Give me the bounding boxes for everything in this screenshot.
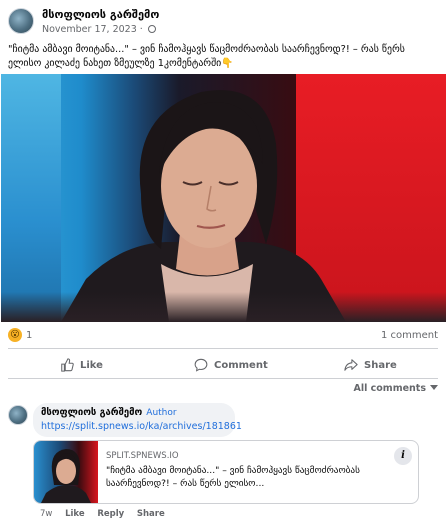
reaction-count[interactable]: 1 <box>26 330 32 341</box>
divider-bottom <box>8 378 438 379</box>
comment-button[interactable]: Comment <box>194 352 268 378</box>
post-image[interactable] <box>1 74 446 322</box>
comments-sort-dropdown[interactable]: All comments <box>353 383 438 394</box>
post-author-name[interactable]: მსოფლიოს გარშემო <box>42 8 159 21</box>
link-preview-site: SPLIT.SPNEWS.IO <box>106 451 179 461</box>
globe-icon <box>147 25 156 33</box>
link-preview-thumbnail <box>34 441 98 503</box>
comment-share-button[interactable]: Share <box>137 509 165 519</box>
thumbnail-figure <box>41 449 91 503</box>
woman-figure <box>61 90 346 322</box>
share-button[interactable]: Share <box>344 352 397 378</box>
comment-actions: 7w Like Reply Share <box>40 509 175 519</box>
chevron-down-icon <box>430 385 438 390</box>
meta-separator: · <box>139 24 143 35</box>
divider-top <box>8 348 438 349</box>
comment-link[interactable]: https://split.spnews.io/ka/archives/1818… <box>41 421 242 432</box>
link-preview-title: "ჩიტმა ამბავი მოიტანა..." – ვინ ჩამოჰყავ… <box>106 465 360 489</box>
thumbs-up-icon <box>61 358 74 372</box>
post-header: მსოფლიოს გარშემო November 17, 2023 · <box>8 6 438 42</box>
post-date[interactable]: November 17, 2023 <box>42 24 137 35</box>
wow-reaction-icon[interactable]: 😮 <box>8 328 22 342</box>
comment-count[interactable]: 1 comment <box>381 330 438 341</box>
author-badge: Author <box>146 408 177 418</box>
like-button[interactable]: Like <box>60 352 103 378</box>
info-icon[interactable]: i <box>394 447 412 465</box>
comment-label: Comment <box>214 359 268 371</box>
comment-bubble: მსოფლიოს გარშემო Author https://split.spn… <box>33 403 242 437</box>
action-bar: Like Comment Share <box>8 352 438 378</box>
comment-reply-button[interactable]: Reply <box>97 509 124 519</box>
image-bottom-shadow <box>1 292 446 322</box>
link-preview-card[interactable]: SPLIT.SPNEWS.IO "ჩიტმა ამბავი მოიტანა...… <box>33 440 419 504</box>
comments-sort-label: All comments <box>353 383 426 394</box>
share-label: Share <box>364 359 397 371</box>
reaction-row: 😮 1 1 comment <box>8 328 438 346</box>
share-arrow-icon <box>344 359 358 371</box>
comment-age[interactable]: 7w <box>40 509 52 519</box>
comment-like-button[interactable]: Like <box>65 509 85 519</box>
post-text: "ჩიტმა ამბავი მოიტანა..." – ვინ ჩამოჰყავ… <box>8 44 405 69</box>
like-label: Like <box>80 359 103 371</box>
commenter-name-row: მსოფლიოს გარშემო Author <box>41 407 227 418</box>
comment-bubble-icon <box>194 358 208 372</box>
commenter-avatar[interactable] <box>8 405 28 425</box>
post-meta: November 17, 2023 · <box>42 24 156 35</box>
commenter-name[interactable]: მსოფლიოს გარშემო <box>41 407 142 418</box>
page-avatar[interactable] <box>8 8 34 34</box>
